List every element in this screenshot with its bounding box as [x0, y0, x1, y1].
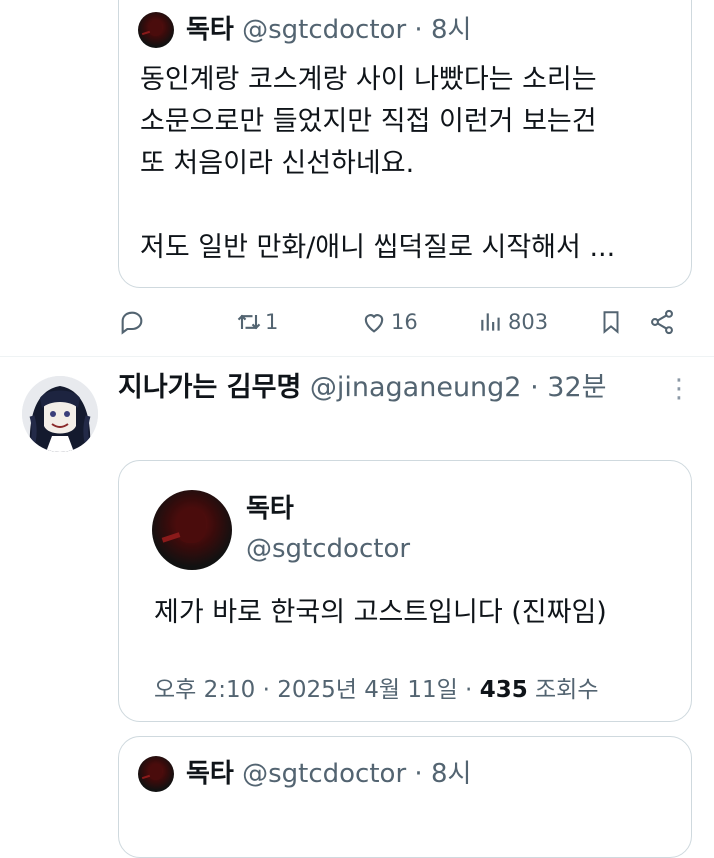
share-icon: [651, 309, 673, 335]
quoted-meta: 오후 2:10 · 2025년 4월 11일 · 435 조회수: [154, 673, 599, 707]
separator: ·: [530, 372, 539, 403]
separator: ·: [414, 759, 423, 789]
author-handle[interactable]: @jinaganeung2: [310, 372, 522, 403]
tweet-line-1: 동인계랑 코스계랑 사이 나빴다는 소리는: [140, 64, 597, 95]
author-name[interactable]: 지나가는 김무명: [118, 372, 301, 403]
author-name[interactable]: 독타: [186, 759, 234, 789]
heart-icon: [364, 314, 384, 333]
author-handle[interactable]: @sgtcdoctor: [242, 15, 406, 45]
views-count: 803: [508, 310, 549, 334]
author-handle[interactable]: @sgtcdoctor: [242, 759, 406, 789]
tweet-divider: [0, 356, 714, 357]
tweet-time[interactable]: 8시: [431, 759, 471, 789]
quoted-author-handle[interactable]: @sgtcdoctor: [246, 532, 410, 566]
quoted-author-name[interactable]: 독타: [246, 492, 294, 526]
tweet-time[interactable]: 32분: [547, 372, 606, 403]
bookmark-button[interactable]: [598, 308, 624, 336]
quoted-tweet-card[interactable]: [118, 736, 692, 858]
tweet-line-2: 소문으로만 들었지만 직접 이런거 보는건: [140, 106, 597, 137]
tweet-line-4: 저도 일반 만화/애니 씹덕질로 시작해서 ...: [140, 232, 616, 263]
reply-button[interactable]: [118, 308, 146, 336]
tweet-header: 지나가는 김무명 @jinaganeung2 · 32분: [118, 368, 606, 408]
more-options-icon[interactable]: ⋮: [666, 372, 692, 406]
quoted-text: 제가 바로 한국의 고스트입니다 (진짜임): [154, 597, 607, 628]
separator: ·: [414, 15, 423, 45]
bookmark-icon: [603, 311, 619, 334]
quoted-timestamp[interactable]: 오후 2:10 · 2025년 4월 11일 ·: [154, 677, 472, 703]
tweet-header: 독타 @sgtcdoctor · 8시: [186, 756, 471, 792]
user-avatar[interactable]: [22, 376, 98, 452]
author-avatar[interactable]: [138, 756, 174, 792]
like-count: 16: [391, 310, 418, 334]
anime-avatar-image: [22, 376, 98, 452]
views-icon: [481, 313, 500, 331]
author-name[interactable]: 독타: [186, 15, 234, 45]
quoted-author-avatar[interactable]: [152, 490, 232, 570]
retweet-count: 1: [265, 310, 279, 334]
tweet-time[interactable]: 8시: [431, 15, 471, 45]
reply-icon: [121, 311, 143, 335]
author-avatar[interactable]: [138, 12, 174, 48]
retweet-button[interactable]: 1: [234, 308, 278, 336]
quoted-views-count: 435: [479, 677, 528, 703]
share-button[interactable]: [648, 308, 676, 336]
like-button[interactable]: 16: [360, 308, 418, 336]
retweet-icon: [237, 314, 261, 330]
views-button[interactable]: 803: [478, 308, 548, 336]
quoted-views-label: 조회수: [535, 677, 599, 703]
tweet-line-3: 또 처음이라 신선하네요.: [140, 148, 415, 179]
tweet-header: 독타 @sgtcdoctor · 8시: [186, 12, 471, 48]
